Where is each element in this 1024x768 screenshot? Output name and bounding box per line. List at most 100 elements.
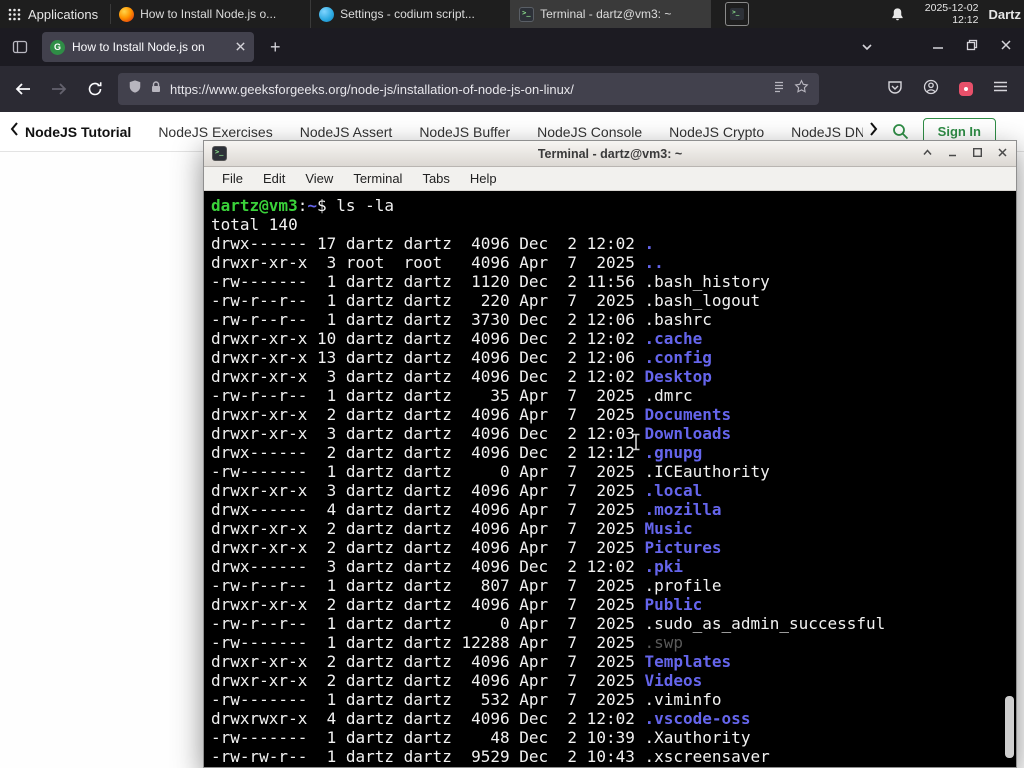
taskbar-item[interactable]: Terminal - dartz@vm3: ~ bbox=[511, 0, 712, 28]
terminal-content[interactable]: dartz@vm3:~$ ls -la total 140 drwx------… bbox=[204, 191, 1016, 767]
back-icon[interactable] bbox=[10, 80, 36, 98]
taskbar-item-label: Settings - codium script... bbox=[340, 7, 475, 21]
terminal-output-line: drwxr-xr-x 2 dartz dartz 4096 Apr 7 2025… bbox=[211, 595, 703, 614]
terminal-scrollbar-thumb[interactable] bbox=[1005, 696, 1014, 758]
file-name: .local bbox=[644, 481, 703, 500]
browser-nav-toolbar: https://www.geeksforgeeks.org/node-js/in… bbox=[0, 66, 1024, 112]
reader-view-icon[interactable] bbox=[772, 80, 786, 99]
browser-minimize-icon[interactable] bbox=[932, 38, 944, 56]
prompt-symbol: $ bbox=[316, 196, 327, 215]
terminal-output-line: -rw------- 1 dartz dartz 532 Apr 7 2025 … bbox=[211, 690, 722, 709]
terminal-output-line: -rw-r--r-- 1 dartz dartz 35 Apr 7 2025 .… bbox=[211, 386, 693, 405]
file-name: Desktop bbox=[644, 367, 712, 386]
terminal-title-bar[interactable]: Terminal - dartz@vm3: ~ bbox=[204, 141, 1016, 167]
terminal-output-line: drwxr-xr-x 2 dartz dartz 4096 Apr 7 2025… bbox=[211, 405, 732, 424]
browser-window-controls bbox=[932, 38, 1012, 56]
text-cursor-ibeam bbox=[631, 433, 641, 455]
terminal-output-line: drwx------ 4 dartz dartz 4096 Apr 7 2025… bbox=[211, 500, 722, 519]
tab-close-icon[interactable] bbox=[233, 40, 246, 55]
terminal-output-line: drwx------ 3 dartz dartz 4096 Dec 2 12:0… bbox=[211, 557, 684, 576]
site-nav-items: NodeJS Tutorial NodeJS Exercises NodeJS As… bbox=[25, 124, 863, 140]
terminal-window: Terminal - dartz@vm3: ~ FileEditViewTerm… bbox=[203, 140, 1017, 768]
tray-terminal-icon[interactable] bbox=[725, 2, 750, 26]
site-nav-item[interactable]: NodeJS Exercises bbox=[158, 124, 272, 140]
terminal-output-line: -rw-r--r-- 1 dartz dartz 0 Apr 7 2025 .s… bbox=[211, 614, 886, 633]
terminal-close-icon[interactable] bbox=[997, 145, 1008, 163]
lock-icon[interactable] bbox=[150, 80, 162, 99]
terminal-menu-view[interactable]: View bbox=[295, 171, 343, 186]
file-name: Pictures bbox=[644, 538, 722, 557]
file-name: .bashrc bbox=[644, 310, 712, 329]
reload-icon[interactable] bbox=[82, 81, 108, 97]
terminal-window-controls bbox=[922, 145, 1008, 163]
prompt-user-host: dartz@vm3 bbox=[211, 196, 298, 215]
terminal-menu-edit[interactable]: Edit bbox=[253, 171, 295, 186]
new-tab-button[interactable]: + bbox=[264, 38, 287, 56]
file-name: .vscode-oss bbox=[644, 709, 751, 728]
terminal-output-line: drwx------ 17 dartz dartz 4096 Dec 2 12:… bbox=[211, 234, 655, 253]
site-nav-item[interactable]: NodeJS Buffer bbox=[419, 124, 510, 140]
bookmark-star-icon[interactable] bbox=[794, 79, 809, 99]
terminal-output-line: drwxr-xr-x 2 dartz dartz 4096 Apr 7 2025… bbox=[211, 519, 693, 538]
toolbar-right-icons bbox=[887, 79, 1008, 100]
terminal-menu-tabs[interactable]: Tabs bbox=[412, 171, 459, 186]
file-name: .bash_logout bbox=[644, 291, 761, 310]
search-icon[interactable] bbox=[892, 123, 909, 140]
file-name: .cache bbox=[644, 329, 703, 348]
menu-hamburger-icon[interactable] bbox=[993, 80, 1008, 98]
tracking-protection-shield-icon[interactable] bbox=[128, 79, 142, 99]
codium-icon bbox=[319, 6, 335, 22]
site-nav-item[interactable]: NodeJS DNS bbox=[791, 124, 863, 140]
user-label[interactable]: Dartz bbox=[988, 7, 1024, 22]
browser-close-icon[interactable] bbox=[1000, 38, 1012, 56]
firefox-icon bbox=[119, 6, 135, 22]
file-name: Templates bbox=[644, 652, 732, 671]
terminal-output-line: drwxr-xr-x 2 dartz dartz 4096 Apr 7 2025… bbox=[211, 652, 732, 671]
browser-tab[interactable]: How to Install Node.js on bbox=[42, 32, 254, 62]
terminal-menu-file[interactable]: File bbox=[212, 171, 253, 186]
site-nav-item[interactable]: NodeJS Tutorial bbox=[25, 124, 131, 140]
applications-grid-icon bbox=[8, 8, 21, 20]
terminal-output-line: -rw-r--r-- 1 dartz dartz 3730 Dec 2 12:0… bbox=[211, 310, 712, 329]
terminal-maximize-icon[interactable] bbox=[972, 145, 983, 163]
panel-clock[interactable]: 2025-12-02 12:12 bbox=[915, 2, 989, 26]
browser-restore-icon[interactable] bbox=[966, 38, 978, 56]
file-name: .. bbox=[644, 253, 664, 272]
url-text[interactable]: https://www.geeksforgeeks.org/node-js/in… bbox=[170, 82, 764, 97]
prompt-separator: : bbox=[297, 196, 308, 215]
url-bar[interactable]: https://www.geeksforgeeks.org/node-js/in… bbox=[118, 73, 819, 105]
nav-scroll-left-icon[interactable] bbox=[10, 122, 19, 141]
file-name: .dmrc bbox=[644, 386, 693, 405]
site-nav-item[interactable]: NodeJS Crypto bbox=[669, 124, 764, 140]
window-taskbar: How to Install Node.js o... Settings - co… bbox=[111, 0, 712, 28]
file-name: .swp bbox=[644, 633, 684, 652]
file-name: .xscreensaver bbox=[644, 747, 770, 766]
terminal-output-line: -rw------- 1 dartz dartz 0 Apr 7 2025 .I… bbox=[211, 462, 770, 481]
taskbar-item[interactable]: Settings - codium script... bbox=[311, 0, 512, 28]
terminal-output-line: drwxr-xr-x 3 dartz dartz 4096 Apr 7 2025… bbox=[211, 481, 703, 500]
terminal-shade-icon[interactable] bbox=[922, 145, 933, 163]
account-icon[interactable] bbox=[923, 79, 939, 100]
terminal-minimize-icon[interactable] bbox=[947, 145, 958, 163]
file-name: .sudo_as_admin_successful bbox=[644, 614, 886, 633]
site-nav-item[interactable]: NodeJS Console bbox=[537, 124, 642, 140]
file-name: Public bbox=[644, 595, 703, 614]
notifications-bell-icon[interactable] bbox=[880, 7, 915, 22]
terminal-window-title: Terminal - dartz@vm3: ~ bbox=[537, 146, 683, 161]
nav-scroll-right-icon[interactable] bbox=[869, 122, 878, 141]
save-to-pocket-icon[interactable] bbox=[887, 79, 903, 100]
site-nav-item[interactable]: NodeJS Assert bbox=[300, 124, 393, 140]
applications-menu-button[interactable]: Applications bbox=[0, 0, 110, 28]
forward-icon[interactable] bbox=[46, 80, 72, 98]
file-name: .gnupg bbox=[644, 443, 703, 462]
list-all-tabs-icon[interactable] bbox=[860, 40, 874, 54]
firefox-view-icon[interactable] bbox=[12, 39, 28, 55]
taskbar-item-label: How to Install Node.js o... bbox=[140, 7, 277, 21]
file-name: .config bbox=[644, 348, 712, 367]
extension-icon[interactable] bbox=[959, 82, 973, 96]
taskbar-item[interactable]: How to Install Node.js o... bbox=[111, 0, 312, 28]
clock-date: 2025-12-02 bbox=[924, 2, 979, 14]
terminal-menu-terminal[interactable]: Terminal bbox=[343, 171, 412, 186]
terminal-output-line: -rw-r--r-- 1 dartz dartz 220 Apr 7 2025 … bbox=[211, 291, 761, 310]
terminal-menu-help[interactable]: Help bbox=[460, 171, 507, 186]
